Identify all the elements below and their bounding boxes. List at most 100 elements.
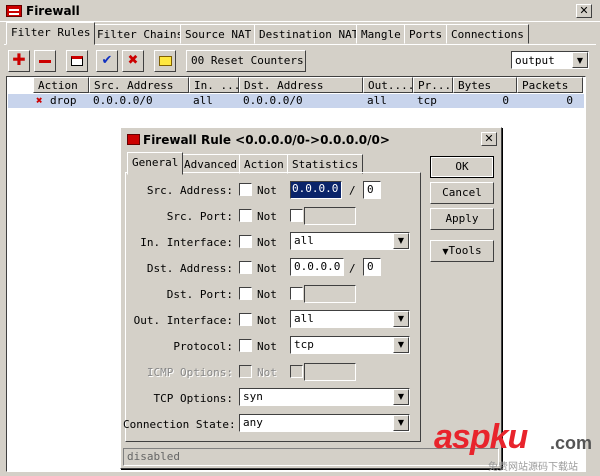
not-label: Not (257, 314, 277, 327)
window-title: Firewall (26, 4, 80, 18)
protocol-label: Protocol: (173, 340, 233, 353)
column-header-action[interactable]: Action (33, 77, 89, 93)
row-action: drop (50, 94, 77, 107)
connection-state-value: any (243, 416, 263, 429)
src-port-label: Src. Port: (166, 210, 233, 223)
chain-select[interactable]: output ▼ (511, 51, 589, 69)
not-label: Not (257, 366, 277, 379)
firewall-rule-icon (127, 134, 140, 145)
chevron-down-icon[interactable]: ▼ (393, 233, 409, 249)
column-header-protocol[interactable]: Pr... (413, 77, 453, 93)
cancel-button[interactable]: Cancel (430, 182, 494, 204)
tab-mangle[interactable]: Mangle (356, 24, 406, 44)
not-label: Not (257, 184, 277, 197)
slash-separator: / (349, 184, 356, 197)
protocol-value: tcp (294, 338, 314, 351)
tab-connections[interactable]: Connections (446, 24, 529, 44)
minus-icon[interactable] (34, 50, 56, 72)
src-address-label: Src. Address: (146, 184, 233, 197)
window-icon[interactable] (66, 50, 88, 72)
dialog-status: disabled (127, 450, 180, 463)
row-src-address: 0.0.0.0/0 (93, 94, 153, 107)
column-header-bytes[interactable]: Bytes (453, 77, 517, 93)
table-row[interactable]: ✖ drop 0.0.0.0/0 all 0.0.0.0/0 all tcp 0… (8, 94, 584, 108)
src-address-input[interactable]: 0.0.0.0 (290, 181, 342, 199)
plus-icon[interactable]: ✚ (8, 50, 30, 72)
dst-port-enable-checkbox[interactable] (290, 287, 303, 300)
tcp-options-label: TCP Options: (153, 392, 233, 405)
column-header-packets[interactable]: Packets (517, 77, 583, 93)
dialog-tab-general[interactable]: General (127, 152, 184, 175)
dst-port-not-checkbox[interactable] (239, 287, 252, 300)
not-label: Not (257, 340, 277, 353)
out-interface-select[interactable]: all ▼ (290, 310, 410, 328)
tcp-options-select[interactable]: syn ▼ (239, 388, 410, 406)
protocol-not-checkbox[interactable] (239, 339, 252, 352)
not-label: Not (257, 288, 277, 301)
icmp-options-label: ICMP Options: (146, 366, 233, 379)
apply-button[interactable]: Apply (430, 208, 494, 230)
row-out-interface: all (367, 94, 387, 107)
column-header-src-address[interactable]: Src. Address (89, 77, 189, 93)
close-icon[interactable]: ✕ (576, 4, 592, 18)
dst-address-input[interactable]: 0.0.0.0 (290, 258, 344, 276)
column-header-in-interface[interactable]: In. ... (189, 77, 239, 93)
dst-port-label: Dst. Port: (166, 288, 233, 301)
reset-counters-button[interactable]: 00 Reset Counters (186, 50, 306, 72)
out-interface-label: Out. Interface: (133, 314, 233, 327)
in-interface-label: In. Interface: (140, 236, 233, 249)
tab-source-nat[interactable]: Source NAT (180, 24, 257, 44)
protocol-select[interactable]: tcp ▼ (290, 336, 410, 354)
src-port-not-checkbox[interactable] (239, 209, 252, 222)
connection-state-select[interactable]: any ▼ (239, 414, 410, 432)
src-address-not-checkbox[interactable] (239, 183, 252, 196)
disable-x-icon[interactable]: ✖ (122, 50, 144, 72)
chevron-down-icon[interactable]: ▼ (393, 389, 409, 405)
tcp-options-value: syn (243, 390, 263, 403)
tools-button[interactable]: ▼Tools (430, 240, 494, 262)
tab-ports[interactable]: Ports (404, 24, 448, 44)
chevron-down-icon[interactable]: ▼ (572, 52, 588, 68)
icmp-enable-checkbox (290, 365, 303, 378)
tab-destination-nat[interactable]: Destination NAT (254, 24, 364, 44)
column-header-out-interface[interactable]: Out.... (363, 77, 413, 93)
in-interface-not-checkbox[interactable] (239, 235, 252, 248)
tab-filter-rules[interactable]: Filter Rules (6, 22, 96, 45)
tools-label: Tools (448, 244, 482, 257)
row-dst-address: 0.0.0.0/0 (243, 94, 303, 107)
in-interface-value: all (294, 234, 314, 247)
chevron-down-icon[interactable]: ▼ (393, 311, 409, 327)
dst-address-label: Dst. Address: (146, 262, 233, 275)
out-interface-not-checkbox[interactable] (239, 313, 252, 326)
connection-state-label: Connection State: (123, 418, 236, 431)
icmp-options-input (304, 363, 356, 381)
dialog-status-bar: disabled (123, 448, 499, 466)
dialog-close-icon[interactable]: ✕ (481, 132, 497, 146)
dst-address-not-checkbox[interactable] (239, 261, 252, 274)
src-port-input[interactable] (304, 207, 356, 225)
ok-button[interactable]: OK (430, 156, 494, 178)
dialog-tab-advanced[interactable]: Advanced (179, 154, 242, 174)
not-label: Not (257, 210, 277, 223)
comment-note-icon[interactable] (154, 50, 176, 72)
chevron-down-icon[interactable]: ▼ (393, 337, 409, 353)
src-port-enable-checkbox[interactable] (290, 209, 303, 222)
in-interface-select[interactable]: all ▼ (290, 232, 410, 250)
row-packets: 0 (566, 94, 573, 107)
dst-port-input[interactable] (304, 285, 356, 303)
tab-filter-chains[interactable]: Filter Chains (92, 24, 189, 44)
slash-separator: / (349, 262, 356, 275)
not-label: Not (257, 262, 277, 275)
dialog-tab-action[interactable]: Action (239, 154, 289, 174)
dialog-tab-statistics[interactable]: Statistics (287, 154, 364, 174)
firewall-app-icon (6, 5, 22, 17)
row-in-interface: all (193, 94, 213, 107)
firewall-rule-dialog: Firewall Rule <0.0.0.0/0->0.0.0.0/0> ✕ G… (120, 127, 502, 469)
row-protocol: tcp (417, 94, 437, 107)
src-mask-input[interactable]: 0 (363, 181, 381, 199)
column-header-dst-address[interactable]: Dst. Address (239, 77, 363, 93)
dst-mask-input[interactable]: 0 (363, 258, 381, 276)
enable-check-icon[interactable]: ✔ (96, 50, 118, 72)
chain-select-value: output (515, 54, 555, 67)
chevron-down-icon[interactable]: ▼ (393, 415, 409, 431)
